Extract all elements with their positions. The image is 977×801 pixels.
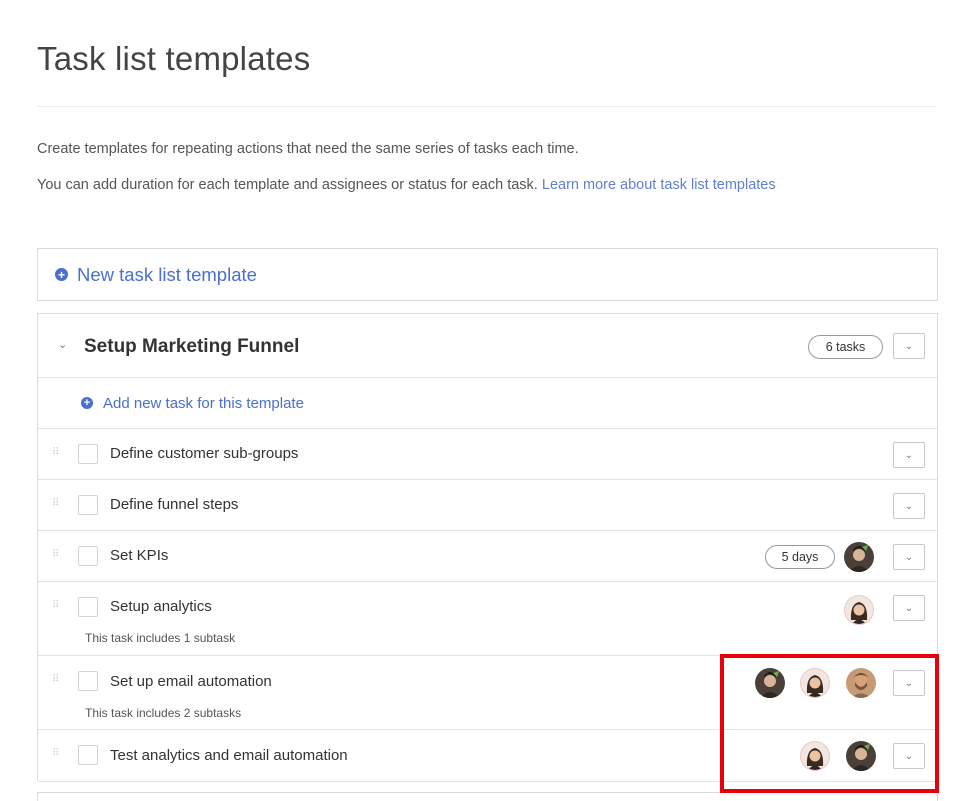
task-name[interactable]: Set KPIs: [110, 547, 168, 564]
task-row: ⠿ Set KPIs 5 days ⌄: [38, 531, 937, 582]
task-name[interactable]: Test analytics and email automation: [110, 747, 348, 764]
next-template-card: [37, 792, 938, 801]
task-checkbox[interactable]: [78, 597, 98, 617]
template-name[interactable]: Setup Marketing Funnel: [84, 336, 299, 358]
task-name[interactable]: Define customer sub-groups: [110, 445, 298, 462]
drag-handle-icon[interactable]: ⠿: [52, 499, 59, 509]
highlight-box: [720, 654, 939, 793]
description-line-1: Create templates for repeating actions t…: [37, 141, 579, 157]
task-row: ⠿ Define customer sub-groups ⌄: [38, 429, 937, 480]
task-checkbox[interactable]: [78, 671, 98, 691]
add-task-button[interactable]: + Add new task for this template: [38, 378, 937, 429]
task-menu-button[interactable]: ⌄: [893, 493, 925, 519]
title-divider: [37, 106, 937, 107]
task-name[interactable]: Define funnel steps: [110, 496, 238, 513]
new-template-button[interactable]: + New task list template: [37, 248, 938, 301]
task-checkbox[interactable]: [78, 495, 98, 515]
description-text: You can add duration for each template a…: [37, 177, 538, 193]
drag-handle-icon[interactable]: ⠿: [52, 550, 59, 560]
drag-handle-icon[interactable]: ⠿: [52, 601, 59, 611]
drag-handle-icon[interactable]: ⠿: [52, 675, 59, 685]
chevron-down-icon: ⌄: [904, 551, 914, 563]
task-name[interactable]: Set up email automation: [110, 673, 272, 690]
chevron-down-icon: ⌄: [904, 340, 914, 352]
learn-more-link[interactable]: Learn more about task list templates: [542, 177, 776, 193]
task-menu-button[interactable]: ⌄: [893, 544, 925, 570]
task-menu-button[interactable]: ⌄: [893, 595, 925, 621]
description-line-2: You can add duration for each template a…: [37, 177, 776, 193]
page-title: Task list templates: [37, 40, 311, 77]
task-checkbox[interactable]: [78, 444, 98, 464]
new-template-label: New task list template: [77, 263, 257, 285]
task-checkbox[interactable]: [78, 546, 98, 566]
task-menu-button[interactable]: ⌄: [893, 442, 925, 468]
drag-handle-icon[interactable]: ⠿: [52, 448, 59, 458]
avatar[interactable]: [844, 595, 874, 625]
chevron-down-icon[interactable]: ⌄: [58, 338, 67, 351]
task-row: ⠿ Setup analytics This task includes 1 s…: [38, 582, 937, 656]
plus-circle-icon: +: [81, 397, 93, 409]
task-row: ⠿ Define funnel steps ⌄: [38, 480, 937, 531]
drag-handle-icon[interactable]: ⠿: [52, 749, 59, 759]
subtask-note[interactable]: This task includes 2 subtasks: [85, 706, 241, 720]
chevron-down-icon: ⌄: [904, 602, 914, 614]
task-name[interactable]: Setup analytics: [110, 598, 212, 615]
duration-badge[interactable]: 5 days: [765, 545, 835, 569]
subtask-note[interactable]: This task includes 1 subtask: [85, 631, 235, 645]
chevron-down-icon: ⌄: [904, 500, 914, 512]
avatar[interactable]: [844, 542, 874, 572]
task-checkbox[interactable]: [78, 745, 98, 765]
template-menu-button[interactable]: ⌄: [893, 333, 925, 359]
template-header: ⌄ Setup Marketing Funnel 6 tasks ⌄: [38, 314, 937, 378]
chevron-down-icon: ⌄: [904, 449, 914, 461]
plus-circle-icon: +: [55, 268, 68, 281]
add-task-label: Add new task for this template: [103, 394, 304, 412]
task-count-badge: 6 tasks: [808, 335, 883, 359]
